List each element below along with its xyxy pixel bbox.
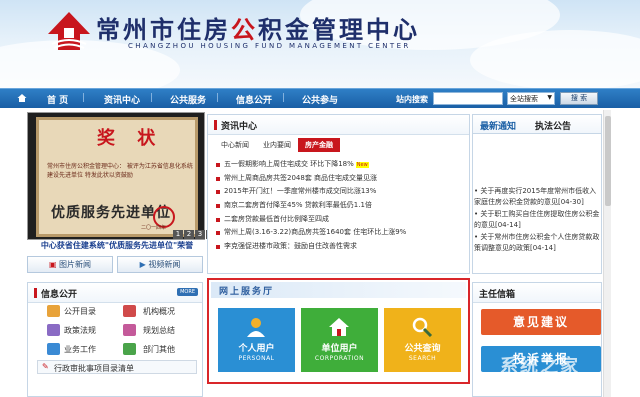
news-item[interactable]: 李克强促进楼市政策：鼓励自住改善性需求	[214, 241, 464, 255]
slideshow-caption[interactable]: 中心获省住建系统"优质服务先进单位"荣誉	[28, 240, 206, 251]
slideshow[interactable]: 奖 状 常州市住房公积金管理中心： 被评为江苏省信息化系统建设先进单位 特发此状…	[27, 112, 205, 240]
online-service-hall: 网上服务厅 个人用户 PERSONAL 单位用户 CORPORATION 公共查…	[207, 278, 470, 384]
news-item[interactable]: 常州上周商品房共签2048套 商品住宅成交量见涨	[214, 173, 464, 187]
main-nav: 首 页 | 资讯中心 | 公共服务 | 信息公开 | 公共参与 站内搜索 全站搜…	[0, 88, 640, 108]
tab-center-news[interactable]: 中心新闻	[214, 138, 256, 152]
info-item-org[interactable]: 机构概况	[143, 306, 175, 317]
personal-user-label: 个人用户	[238, 344, 275, 354]
tab-enforcement-notice[interactable]: 执法公告	[535, 119, 571, 132]
tab-industry-news[interactable]: 业内要闻	[256, 138, 298, 152]
watermark: 系统之家	[500, 356, 580, 377]
suggestion-button[interactable]: 意见建议	[481, 309, 601, 335]
nav-public-participation[interactable]: 公共参与	[302, 93, 338, 106]
personal-user-button[interactable]: 个人用户 PERSONAL	[218, 308, 295, 372]
nav-public-service[interactable]: 公共服务	[170, 93, 206, 106]
news-tabs: 中心新闻 业内要闻 房产金融	[214, 138, 340, 152]
approval-list-link[interactable]: ✎ 行政审批事项目录清单	[37, 360, 197, 374]
header-banner: 常州市住房公积金管理中心 CHANGZHOU HOUSING FUND MANA…	[0, 0, 640, 88]
photo-icon: ▣	[48, 260, 60, 269]
watermark-url: www.52ij.com	[516, 378, 572, 387]
news-item[interactable]: 五一假期影响上周住宅成交 环比下降18% New	[214, 159, 464, 173]
public-search-button[interactable]: 公共查询 SEARCH	[384, 308, 461, 372]
slide-page-1[interactable]: 1	[173, 230, 183, 239]
photo-news-tab[interactable]: ▣ 图片新闻	[27, 256, 113, 273]
director-mailbox-title: 主任信箱	[479, 290, 516, 300]
info-public-title: 信息公开	[41, 290, 78, 300]
personal-user-label-en: PERSONAL	[238, 355, 275, 362]
news-item[interactable]: 南京二套房首付降至45% 贷款利率最低仍1.1倍	[214, 200, 464, 214]
magnifier-icon	[412, 317, 433, 337]
info-item-plan[interactable]: 规划总结	[143, 325, 175, 336]
org-icon	[123, 305, 136, 317]
chevron-down-icon: ▼	[547, 94, 552, 101]
scrollbar-thumb[interactable]	[605, 116, 611, 206]
plaque-issuer: 二〇一四年	[141, 225, 167, 231]
info-item-dept[interactable]: 部门其他	[143, 344, 175, 355]
news-item[interactable]: 2015年开门红！一季度常州楼市成交同比涨13%	[214, 186, 464, 200]
photo-news-label: 图片新闻	[59, 260, 92, 269]
public-search-label: 公共查询	[404, 344, 441, 354]
pencil-icon: ✎	[42, 362, 49, 371]
video-news-label: 视频新闻	[148, 260, 181, 269]
more-button[interactable]: MORE	[177, 288, 198, 296]
search-label: 站内搜索	[396, 95, 428, 104]
building-icon	[329, 318, 349, 336]
info-item-policy[interactable]: 政策法规	[64, 325, 96, 336]
tab-latest-notice[interactable]: 最新通知	[480, 119, 516, 132]
info-item-work[interactable]: 业务工作	[64, 344, 96, 355]
search-button[interactable]: 搜 索	[560, 92, 598, 105]
public-search-label-en: SEARCH	[408, 355, 437, 362]
fund-center-logo	[48, 12, 90, 50]
notice-item[interactable]: • 关于职工购买自住住房提取住房公积金的意见[04-14]	[474, 209, 602, 231]
notice-tabs: 最新通知 执法公告	[472, 114, 602, 134]
notice-item[interactable]: • 关于再度实行2015年度常州市低收入家庭住房公积金贷款的意见[04-30]	[474, 186, 602, 208]
plaque-body: 常州市住房公积金管理中心： 被评为江苏省信息化系统建设先进单位 特发此状以资鼓励	[47, 163, 193, 179]
news-item-text: 五一假期影响上周住宅成交 环比下降18%	[224, 160, 354, 168]
corporate-user-button[interactable]: 单位用户 CORPORATION	[301, 308, 378, 372]
nav-info-public[interactable]: 信息公开	[236, 93, 272, 106]
site-title: 常州市住房公积金管理中心	[96, 16, 420, 44]
site-title-en: CHANGZHOU HOUSING FUND MANAGEMENT CENTER	[128, 42, 411, 50]
news-panel-title: 资讯中心	[221, 122, 258, 132]
news-list: 五一假期影响上周住宅成交 环比下降18% New 常州上周商品房共签2048套 商…	[214, 159, 464, 255]
news-item[interactable]: 二套房贷款最低首付比例降至四成	[214, 214, 464, 228]
law-icon	[47, 324, 60, 336]
scrollbar[interactable]	[603, 110, 611, 397]
info-item-catalog[interactable]: 公开目录	[64, 306, 96, 317]
folder-icon	[47, 305, 60, 317]
dept-icon	[123, 343, 136, 355]
slide-page-2[interactable]: 2	[184, 230, 194, 239]
home-icon	[17, 94, 27, 102]
nav-news-center[interactable]: 资讯中心	[104, 93, 140, 106]
info-public-panel: 信息公开 MORE	[27, 282, 203, 397]
new-badge: New	[355, 162, 369, 168]
approval-list-label: 行政审批事项目录清单	[54, 364, 134, 373]
notice-list: • 关于再度实行2015年度常州市低收入家庭住房公积金贷款的意见[04-30] …	[474, 186, 602, 255]
plaque-title: 奖 状	[97, 128, 164, 149]
notice-item[interactable]: • 关于常州市住房公积金个人住房贷款政策调整意见的政策[04-14]	[474, 232, 602, 254]
search-scope-value: 全站搜索	[510, 95, 538, 103]
tab-real-estate-finance[interactable]: 房产金融	[298, 138, 340, 152]
slide-page-3[interactable]: 3	[195, 230, 205, 239]
video-news-tab[interactable]: ▶ 视频新闻	[117, 256, 203, 273]
award-plaque-image: 奖 状 常州市住房公积金管理中心： 被评为江苏省信息化系统建设先进单位 特发此状…	[36, 117, 198, 237]
corporate-user-label-en: CORPORATION	[314, 355, 365, 362]
nav-home[interactable]: 首 页	[47, 93, 68, 106]
online-hall-title: 网上服务厅	[219, 287, 275, 297]
plan-icon	[123, 324, 136, 336]
corporate-user-label: 单位用户	[321, 344, 358, 354]
news-item[interactable]: 常州上周(3.16-3.22)商品房共签1640套 住宅环比上涨9%	[214, 227, 464, 241]
work-icon	[47, 343, 60, 355]
search-scope-select[interactable]: 全站搜索 ▼	[507, 92, 555, 105]
search-input[interactable]	[433, 92, 503, 105]
person-icon	[247, 318, 265, 337]
